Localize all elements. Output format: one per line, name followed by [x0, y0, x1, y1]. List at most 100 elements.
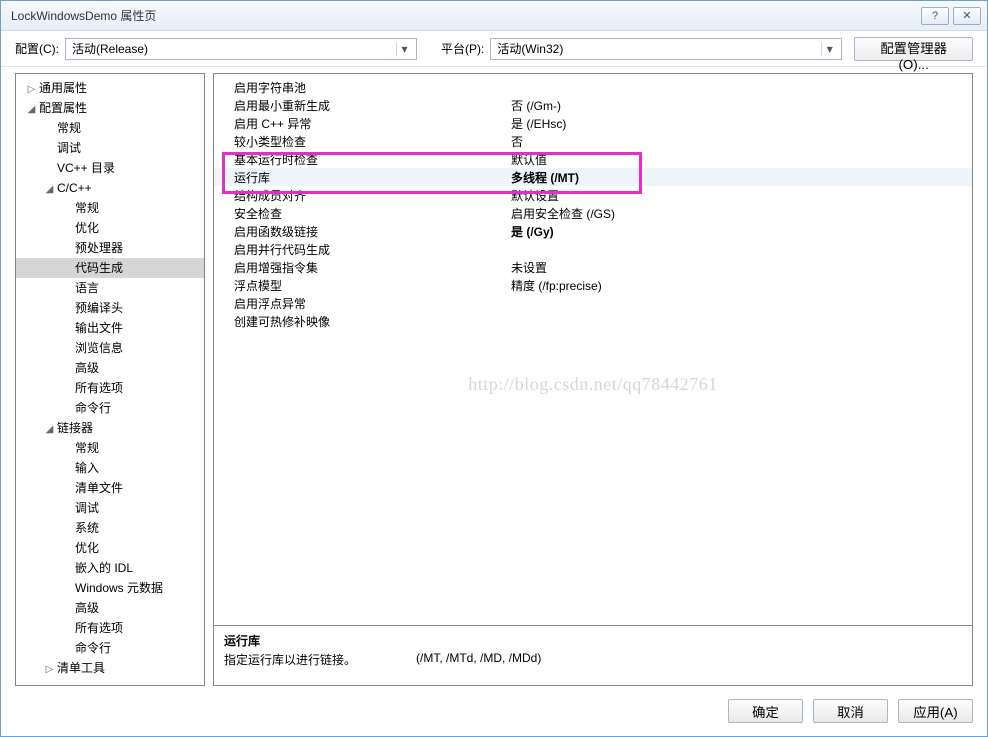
tree-item-label: 调试	[75, 501, 99, 515]
tree-item-label: 所有选项	[75, 381, 123, 395]
prop-value: 精度 (/fp:precise)	[509, 277, 972, 294]
tree-item[interactable]: 常规	[16, 438, 204, 458]
tree-item-label: C/C++	[57, 181, 92, 195]
tree-item-label: 常规	[75, 441, 99, 455]
tree-item[interactable]: 调试	[16, 138, 204, 158]
tree-item[interactable]: ◢配置属性	[16, 98, 204, 118]
prop-value: 否 (/Gm-)	[509, 97, 972, 114]
grid-row[interactable]: 启用增强指令集未设置	[214, 258, 972, 276]
cancel-button[interactable]: 取消	[813, 699, 888, 723]
tree-item[interactable]: ▷通用属性	[16, 78, 204, 98]
grid-row[interactable]: 运行库多线程 (/MT)	[214, 168, 972, 186]
tree-item[interactable]: 命令行	[16, 398, 204, 418]
tree-item[interactable]: 语言	[16, 278, 204, 298]
prop-value: 是 (/Gy)	[509, 223, 972, 240]
close-icon: ✕	[962, 9, 971, 22]
prop-name: 创建可热修补映像	[214, 313, 509, 330]
prop-value: 默认设置	[509, 187, 972, 204]
prop-name: 浮点模型	[214, 277, 509, 294]
tree-item-label: Windows 元数据	[75, 581, 163, 595]
tree-item[interactable]: ◢链接器	[16, 418, 204, 438]
tree-item[interactable]: 调试	[16, 498, 204, 518]
tree-item[interactable]: 命令行	[16, 638, 204, 658]
tree-item[interactable]: 常规	[16, 198, 204, 218]
right-pane: 启用字符串池启用最小重新生成否 (/Gm-)启用 C++ 异常是 (/EHsc)…	[213, 73, 973, 686]
description-text: 指定运行库以进行链接。	[224, 651, 356, 668]
tree-item[interactable]: ◢C/C++	[16, 178, 204, 198]
tree-item[interactable]: 预编译头	[16, 298, 204, 318]
tree-item[interactable]: 优化	[16, 218, 204, 238]
prop-name: 启用字符串池	[214, 79, 509, 96]
tree-pane[interactable]: ▷通用属性◢配置属性常规调试VC++ 目录◢C/C++常规优化预处理器代码生成语…	[15, 73, 205, 686]
titlebar: LockWindowsDemo 属性页 ? ✕	[1, 1, 987, 31]
tree-item-label: 浏览信息	[75, 341, 123, 355]
tree-item[interactable]: 系统	[16, 518, 204, 538]
prop-name: 启用 C++ 异常	[214, 115, 509, 132]
grid-row[interactable]: 较小类型检查否	[214, 132, 972, 150]
tree-item[interactable]: 浏览信息	[16, 338, 204, 358]
chevron-down-icon: ▾	[821, 42, 837, 56]
tree-twisty-icon: ▷	[44, 660, 55, 680]
tree-item[interactable]: VC++ 目录	[16, 158, 204, 178]
prop-name: 安全检查	[214, 205, 509, 222]
property-grid: 启用字符串池启用最小重新生成否 (/Gm-)启用 C++ 异常是 (/EHsc)…	[213, 73, 973, 626]
tree-item-label: 链接器	[57, 421, 93, 435]
prop-name: 启用函数级链接	[214, 223, 509, 240]
tree-item[interactable]: 高级	[16, 358, 204, 378]
tree-item-label: 优化	[75, 221, 99, 235]
grid-row[interactable]: 安全检查启用安全检查 (/GS)	[214, 204, 972, 222]
apply-button[interactable]: 应用(A)	[898, 699, 973, 723]
config-combo[interactable]: 活动(Release) ▾	[65, 38, 417, 60]
tree-item[interactable]: 嵌入的 IDL	[16, 558, 204, 578]
grid-row[interactable]: 启用 C++ 异常是 (/EHsc)	[214, 114, 972, 132]
description-options: (/MT, /MTd, /MD, /MDd)	[416, 651, 541, 668]
tree-item-label: 配置属性	[39, 101, 87, 115]
tree-item-label: 常规	[57, 121, 81, 135]
tree-item[interactable]: 所有选项	[16, 618, 204, 638]
config-label: 配置(C):	[15, 40, 59, 57]
tree-item[interactable]: 优化	[16, 538, 204, 558]
prop-value: 默认值	[509, 151, 972, 168]
tree-item[interactable]: 高级	[16, 598, 204, 618]
tree-item[interactable]: 所有选项	[16, 378, 204, 398]
tree-item[interactable]: ▷清单工具	[16, 658, 204, 678]
grid-row[interactable]: 启用浮点异常	[214, 294, 972, 312]
tree-item[interactable]: 输入	[16, 458, 204, 478]
tree-item[interactable]: 代码生成	[16, 258, 204, 278]
tree-item[interactable]: 常规	[16, 118, 204, 138]
prop-name: 结构成员对齐	[214, 187, 509, 204]
grid-row[interactable]: 启用最小重新生成否 (/Gm-)	[214, 96, 972, 114]
prop-value: 否	[509, 133, 972, 150]
prop-value: 启用安全检查 (/GS)	[509, 205, 972, 222]
tree-item-label: 命令行	[75, 641, 111, 655]
tree-item[interactable]: 预处理器	[16, 238, 204, 258]
tree-item-label: 预编译头	[75, 301, 123, 315]
tree-item-label: VC++ 目录	[57, 161, 115, 175]
grid-row[interactable]: 启用函数级链接是 (/Gy)	[214, 222, 972, 240]
config-value: 活动(Release)	[72, 40, 392, 57]
platform-value: 活动(Win32)	[497, 40, 817, 57]
close-button[interactable]: ✕	[953, 7, 981, 25]
grid-row[interactable]: 浮点模型精度 (/fp:precise)	[214, 276, 972, 294]
property-page-window: LockWindowsDemo 属性页 ? ✕ 配置(C): 活动(Releas…	[0, 0, 988, 737]
tree-twisty-icon: ▷	[26, 80, 37, 100]
grid-row[interactable]: 启用字符串池	[214, 78, 972, 96]
tree-item-label: 命令行	[75, 401, 111, 415]
tree-item-label: 所有选项	[75, 621, 123, 635]
grid-rows: 启用字符串池启用最小重新生成否 (/Gm-)启用 C++ 异常是 (/EHsc)…	[214, 74, 972, 330]
config-manager-button[interactable]: 配置管理器(O)...	[854, 37, 973, 61]
tree-item[interactable]: 输出文件	[16, 318, 204, 338]
tree-item-label: 清单工具	[57, 661, 105, 675]
tree-item-label: 输出文件	[75, 321, 123, 335]
grid-row[interactable]: 创建可热修补映像	[214, 312, 972, 330]
grid-row[interactable]: 启用并行代码生成	[214, 240, 972, 258]
tree-item-label: 输入	[75, 461, 99, 475]
platform-combo[interactable]: 活动(Win32) ▾	[490, 38, 842, 60]
grid-row[interactable]: 结构成员对齐默认设置	[214, 186, 972, 204]
help-button[interactable]: ?	[921, 7, 949, 25]
tree-item[interactable]: Windows 元数据	[16, 578, 204, 598]
grid-row[interactable]: 基本运行时检查默认值	[214, 150, 972, 168]
prop-name: 基本运行时检查	[214, 151, 509, 168]
ok-button[interactable]: 确定	[728, 699, 803, 723]
tree-item[interactable]: 清单文件	[16, 478, 204, 498]
